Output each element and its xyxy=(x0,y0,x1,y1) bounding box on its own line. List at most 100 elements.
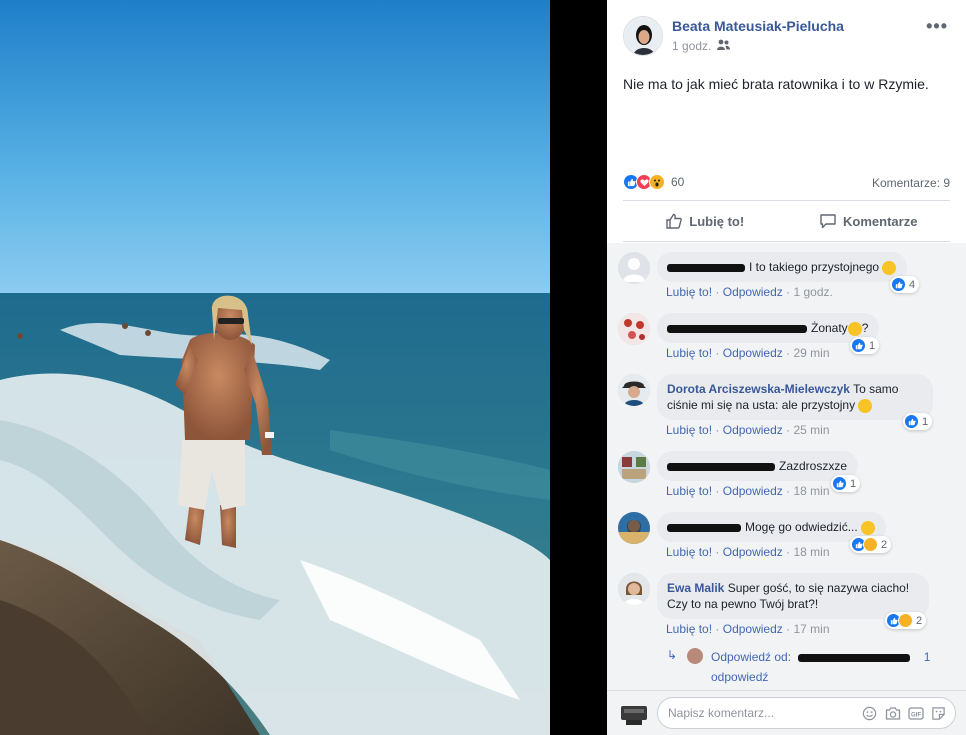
separator: · xyxy=(786,423,791,437)
comment-reaction-count: 1 xyxy=(922,415,929,428)
separator: · xyxy=(786,622,791,636)
comment-reply-link[interactable]: Odpowiedz xyxy=(723,484,783,498)
separator: · xyxy=(715,285,720,299)
post-text: Nie ma to jak mieć brata ratownika i to … xyxy=(623,76,929,92)
comment-timestamp[interactable]: 17 min xyxy=(793,622,829,636)
like-button[interactable]: Lubię to! xyxy=(623,201,787,241)
comment-bubble: I to takiego przystojnego xyxy=(657,252,908,282)
commenter-avatar[interactable] xyxy=(618,374,650,406)
comment-input-placeholder: Napisz komentarz... xyxy=(668,706,775,720)
sticker-icon[interactable] xyxy=(930,705,947,722)
comment-reaction-badge[interactable]: 1 xyxy=(850,337,880,354)
current-user-avatar[interactable] xyxy=(618,697,650,729)
comment-like-link[interactable]: Lubię to! xyxy=(666,622,712,636)
wink-emoji-icon xyxy=(847,321,862,336)
separator: · xyxy=(715,423,720,437)
comment-timestamp[interactable]: 25 min xyxy=(793,423,829,437)
comment-actions: Lubię to! · Odpowiedz · 25 min xyxy=(666,423,830,437)
comment-actions: Lubię to! · Odpowiedz · 29 min xyxy=(666,346,830,360)
comment-like-link[interactable]: Lubię to! xyxy=(666,484,712,498)
comment-like-link[interactable]: Lubię to! xyxy=(666,285,712,299)
separator: · xyxy=(715,484,720,498)
separator: · xyxy=(786,545,791,559)
commenter-name[interactable]: Ewa Malik xyxy=(667,581,724,595)
comment-like-link[interactable]: Lubię to! xyxy=(666,545,712,559)
comment-reaction-badge[interactable]: 2 xyxy=(850,536,892,553)
redacted-name xyxy=(667,324,807,333)
comment-timestamp[interactable]: 18 min xyxy=(793,484,829,498)
post-timestamp[interactable]: 1 godz. xyxy=(672,39,711,53)
comment-reaction-count: 1 xyxy=(869,339,876,352)
commenter-name[interactable]: Dorota Arciszewska-Mielewczyk xyxy=(667,382,850,396)
comment-reply-link[interactable]: Odpowiedz xyxy=(723,622,783,636)
comment-reaction-count: 4 xyxy=(909,278,916,291)
commenter-avatar[interactable] xyxy=(618,573,650,605)
separator: · xyxy=(786,484,791,498)
author-avatar[interactable] xyxy=(623,16,663,56)
comment-text: I to takiego przystojnego xyxy=(749,260,880,274)
like-reaction-icon xyxy=(891,277,906,292)
comment-reaction-badge[interactable]: 1 xyxy=(903,413,933,430)
comment-input[interactable]: Napisz komentarz... GIF xyxy=(657,697,956,729)
comment-reaction-count: 2 xyxy=(881,538,888,551)
facebook-photo-viewer: Beata Mateusiak-Pielucha 1 godz. ••• Nie… xyxy=(0,0,966,735)
comment-text: Żonaty xyxy=(811,321,848,335)
reply-prefix: Odpowiedź od: xyxy=(711,650,792,664)
emoji-icon[interactable] xyxy=(861,705,878,722)
comment-button-label: Komentarze xyxy=(843,213,918,229)
comment-actions: Lubię to! · Odpowiedz · 17 min xyxy=(666,622,830,636)
comment-reaction-badge[interactable]: 1 xyxy=(831,475,861,492)
comment-composer: Napisz komentarz... GIF xyxy=(607,690,966,735)
comment-bubble: Ewa Malik Super gość, to się nazywa ciac… xyxy=(657,573,929,619)
friends-audience-icon[interactable] xyxy=(717,39,731,53)
commenter-avatar[interactable] xyxy=(618,252,650,284)
reactions-count: 60 xyxy=(671,175,685,189)
commenter-avatar[interactable] xyxy=(618,512,650,544)
comment-reaction-badge[interactable]: 2 xyxy=(885,612,927,629)
gif-icon[interactable]: GIF xyxy=(907,705,924,722)
separator: · xyxy=(715,545,720,559)
comment-text: Zazdroszxze xyxy=(779,459,848,473)
camera-icon[interactable] xyxy=(884,705,901,722)
post-meta: 1 godz. xyxy=(672,39,731,53)
commenter-avatar[interactable] xyxy=(618,313,650,345)
comment-button[interactable]: Komentarze xyxy=(787,201,951,241)
post-photo[interactable] xyxy=(0,0,550,735)
comment-reply-link[interactable]: Odpowiedz xyxy=(723,285,783,299)
redacted-name xyxy=(798,653,911,662)
comment-bubble-icon xyxy=(820,214,836,229)
reply-label: odpowiedź xyxy=(711,670,769,684)
wow-reaction-icon xyxy=(649,174,665,190)
commenter-avatar[interactable] xyxy=(618,451,650,483)
comment-reply-link[interactable]: Odpowiedz xyxy=(723,545,783,559)
comment-reply-link[interactable]: Odpowiedz xyxy=(723,423,783,437)
comment-timestamp[interactable]: 1 godz. xyxy=(793,285,832,299)
post-author-name[interactable]: Beata Mateusiak-Pielucha xyxy=(672,18,844,34)
post-header: Beata Mateusiak-Pielucha 1 godz. ••• xyxy=(607,0,966,70)
comment-bubble: Dorota Arciszewska-Mielewczyk To samo ci… xyxy=(657,374,933,420)
like-button-label: Lubię to! xyxy=(689,213,745,229)
composer-tools: GIF xyxy=(861,705,947,722)
more-options-icon[interactable]: ••• xyxy=(926,16,948,37)
separator: · xyxy=(786,346,791,360)
comments-count-link[interactable]: Komentarze: 9 xyxy=(872,176,950,190)
separator: · xyxy=(715,622,720,636)
comment-timestamp[interactable]: 18 min xyxy=(793,545,829,559)
reply-avatar xyxy=(687,648,703,664)
comment-actions: Lubię to! · Odpowiedz · 18 min xyxy=(666,484,830,498)
comment-reaction-badge[interactable]: 4 xyxy=(890,276,920,293)
reaction-summary[interactable]: 60 xyxy=(623,174,684,190)
comment-like-link[interactable]: Lubię to! xyxy=(666,423,712,437)
wink-emoji-icon xyxy=(882,260,897,275)
like-reaction-icon xyxy=(904,414,919,429)
svg-text:GIF: GIF xyxy=(911,713,921,719)
haha-reaction-icon xyxy=(863,537,878,552)
separator: · xyxy=(715,346,720,360)
comment-like-link[interactable]: Lubię to! xyxy=(666,346,712,360)
comment-reaction-count: 2 xyxy=(916,614,923,627)
redacted-name xyxy=(667,263,745,272)
comment-timestamp[interactable]: 29 min xyxy=(793,346,829,360)
post-side-panel: Beata Mateusiak-Pielucha 1 godz. ••• Nie… xyxy=(607,0,966,735)
comment-reply-link[interactable]: Odpowiedz xyxy=(723,346,783,360)
comment-text: Mogę go odwiedzić... xyxy=(745,520,858,534)
